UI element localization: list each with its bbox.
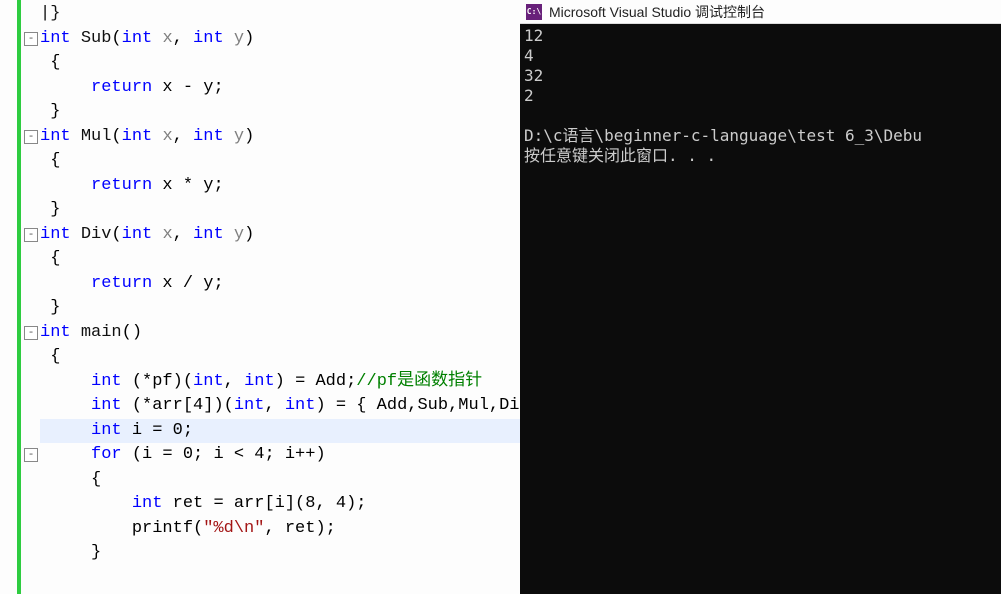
code-line[interactable]: }: [40, 296, 520, 321]
code-line[interactable]: }: [40, 100, 520, 125]
code-line[interactable]: int (*pf)(int, int) = Add;//pf是函数指针: [40, 370, 520, 395]
code-line[interactable]: int (*arr[4])(int, int) = { Add,Sub,Mul,…: [40, 394, 520, 419]
fold-toggle-icon[interactable]: -: [24, 228, 38, 242]
debug-console-pane: C:\ Microsoft Visual Studio 调试控制台 12 4 3…: [520, 0, 1001, 594]
code-line[interactable]: printf("%d\n", ret);: [40, 517, 520, 542]
code-line[interactable]: {: [40, 345, 520, 370]
code-area[interactable]: |}int Sub(int x, int y) { return x - y; …: [40, 0, 520, 594]
code-line[interactable]: |}: [40, 2, 520, 27]
code-line[interactable]: int ret = arr[i](8, 4);: [40, 492, 520, 517]
code-editor-pane[interactable]: - - - - - |}int Sub(int x, int y) { return x…: [0, 0, 520, 594]
code-line[interactable]: return x * y;: [40, 174, 520, 199]
editor-gutter: - - - - -: [0, 0, 40, 594]
fold-toggle-icon[interactable]: -: [24, 326, 38, 340]
code-line[interactable]: return x - y;: [40, 76, 520, 101]
fold-toggle-icon[interactable]: -: [24, 448, 38, 462]
code-line[interactable]: for (i = 0; i < 4; i++): [40, 443, 520, 468]
code-line[interactable]: int main(): [40, 321, 520, 346]
console-icon: C:\: [526, 4, 542, 20]
code-line[interactable]: int Sub(int x, int y): [40, 27, 520, 52]
code-line[interactable]: int i = 0;: [40, 419, 520, 444]
fold-toggle-icon[interactable]: -: [24, 130, 38, 144]
code-line[interactable]: {: [40, 149, 520, 174]
console-title-bar: C:\ Microsoft Visual Studio 调试控制台: [520, 0, 1001, 24]
code-line[interactable]: }: [40, 198, 520, 223]
code-line[interactable]: int Mul(int x, int y): [40, 125, 520, 150]
code-line[interactable]: {: [40, 51, 520, 76]
code-line[interactable]: {: [40, 247, 520, 272]
modified-indicator-bar: [17, 0, 21, 594]
code-line[interactable]: {: [40, 468, 520, 493]
code-line[interactable]: int Div(int x, int y): [40, 223, 520, 248]
console-output[interactable]: 12 4 32 2 D:\c语言\beginner-c-language\tes…: [520, 24, 1001, 594]
code-line[interactable]: return x / y;: [40, 272, 520, 297]
code-line[interactable]: }: [40, 541, 520, 566]
console-title-text: Microsoft Visual Studio 调试控制台: [549, 2, 765, 22]
fold-toggle-icon[interactable]: -: [24, 32, 38, 46]
